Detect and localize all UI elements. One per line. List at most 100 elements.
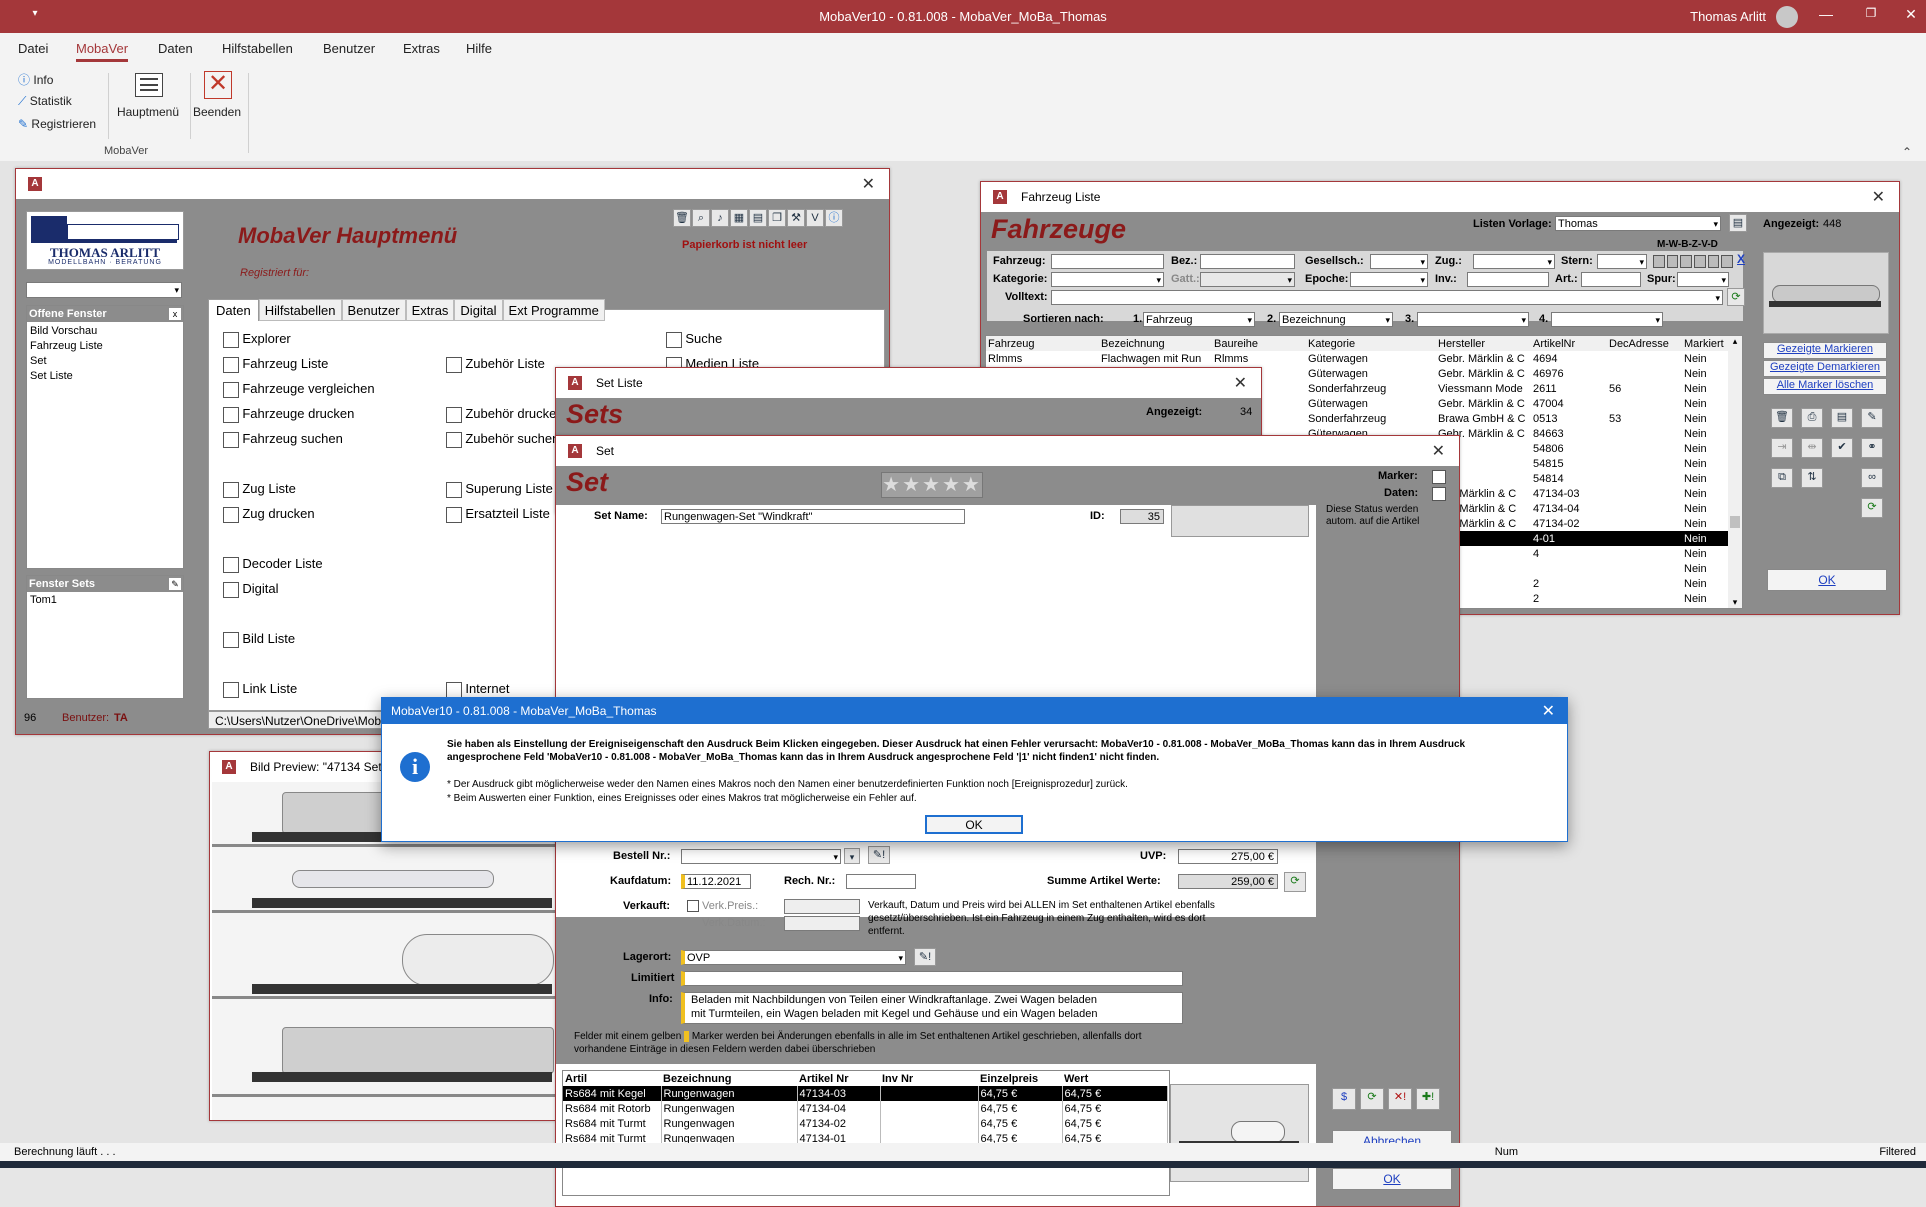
remove-article-icon[interactable]: ✕!: [1388, 1088, 1412, 1110]
tab-extras[interactable]: Extras: [405, 299, 455, 321]
spur-filter-select[interactable]: ▾: [1677, 272, 1729, 287]
checkbox[interactable]: [666, 331, 682, 348]
main-menu-close-icon[interactable]: ✕: [862, 174, 875, 194]
toggle-v[interactable]: [1707, 255, 1720, 268]
column-header[interactable]: Kategorie: [1306, 336, 1436, 351]
print-icon[interactable]: ⎙: [1801, 408, 1823, 428]
menu-daten[interactable]: Daten: [158, 41, 193, 56]
v-icon[interactable]: V: [806, 209, 824, 227]
column-header[interactable]: Artil: [563, 1071, 661, 1086]
column-header[interactable]: Fahrzeug: [986, 336, 1099, 351]
restore-icon[interactable]: ❐: [1856, 6, 1886, 20]
marker-checkbox[interactable]: [1432, 470, 1446, 484]
add-article-icon[interactable]: ✚!: [1416, 1088, 1440, 1110]
menu-extras[interactable]: Extras: [403, 41, 440, 56]
list-item[interactable]: Bild Vorschau: [30, 324, 180, 339]
gatt-filter-select[interactable]: ▾: [1200, 272, 1295, 287]
kaufdatum-input[interactable]: 11.12.2021: [681, 874, 751, 889]
list-item[interactable]: Set Liste: [30, 369, 180, 384]
column-header[interactable]: Hersteller: [1436, 336, 1531, 351]
clear-markers-button[interactable]: Alle Marker löschen: [1763, 378, 1887, 395]
dialog-ok-button[interactable]: OK: [925, 815, 1023, 834]
sort-3-select[interactable]: ▾: [1417, 312, 1529, 327]
uvp-input[interactable]: 275,00 €: [1178, 849, 1278, 864]
calendar-icon[interactable]: ▦: [730, 209, 748, 227]
listen-vorlage-select[interactable]: Thomas ▾: [1555, 216, 1721, 231]
lagerort-select[interactable]: OVP ▾: [681, 950, 906, 965]
ok-button[interactable]: OK: [1767, 569, 1887, 591]
checkbox[interactable]: [223, 556, 239, 573]
column-header[interactable]: Wert: [1062, 1071, 1167, 1086]
mark-shown-button[interactable]: Gezeigte Markieren: [1763, 342, 1887, 359]
checkbox[interactable]: [223, 481, 239, 498]
tab-daten[interactable]: Daten: [208, 299, 259, 321]
checkbox[interactable]: [223, 331, 239, 348]
bell-icon[interactable]: ♪: [711, 209, 729, 227]
edit-icon[interactable]: ✎: [1861, 408, 1883, 428]
toggle-d[interactable]: [1721, 255, 1734, 268]
ribbon-statistik-button[interactable]: ⟋ Statistik: [18, 94, 72, 109]
move-icon[interactable]: ⇥: [1771, 438, 1793, 458]
column-header[interactable]: ArtikelNr: [1531, 336, 1607, 351]
fahrzeug-filter-input[interactable]: [1051, 254, 1164, 269]
tab-ext-programme[interactable]: Ext Programme: [502, 299, 605, 321]
epoche-filter-select[interactable]: ▾: [1350, 272, 1428, 287]
close-icon[interactable]: ✕: [1896, 6, 1926, 23]
checkbox[interactable]: [223, 581, 239, 598]
avatar[interactable]: [1776, 6, 1798, 28]
column-header[interactable]: Artikel Nr: [797, 1071, 880, 1086]
set-name-input[interactable]: Rungenwagen-Set "Windkraft": [661, 509, 965, 524]
ribbon-registrieren-button[interactable]: ✎ Registrieren: [18, 117, 96, 131]
checkbox[interactable]: [446, 406, 462, 423]
sort-icon[interactable]: ⇅: [1801, 468, 1823, 488]
dialog-close-icon[interactable]: ✕: [1542, 701, 1555, 721]
clear-filter-button[interactable]: X: [1737, 252, 1745, 266]
sort-1-select[interactable]: Fahrzeug ▾: [1143, 312, 1255, 327]
vehicle-thumbnail[interactable]: [1763, 252, 1889, 334]
check-icon[interactable]: ✔: [1831, 438, 1853, 458]
checkbox[interactable]: [446, 506, 462, 523]
price-icon[interactable]: $: [1332, 1088, 1356, 1110]
table-row[interactable]: Rlmms Flachwagen mit Run Rlmms Güterwagen Ge…: [986, 351, 1737, 366]
bez-filter-input[interactable]: [1200, 254, 1295, 269]
export-icon[interactable]: ▤: [1831, 408, 1853, 428]
unmark-shown-button[interactable]: Gezeigte Demarkieren: [1763, 360, 1887, 377]
menu-item-zubehoer-suchen[interactable]: Zubehör suchen: [446, 431, 559, 448]
user-name[interactable]: Thomas Arlitt: [1690, 9, 1766, 24]
zug-filter-select[interactable]: ▾: [1473, 254, 1555, 269]
checkbox[interactable]: [223, 506, 239, 523]
edit-key-icon[interactable]: ✎!: [914, 948, 936, 966]
menu-item-superung-liste[interactable]: Superung Liste: [446, 481, 553, 498]
checkbox[interactable]: [446, 481, 462, 498]
menu-item-bild-liste[interactable]: Bild Liste: [223, 631, 295, 648]
fahrzeug-liste-close-icon[interactable]: ✕: [1872, 187, 1885, 207]
menu-item-zug-liste[interactable]: Zug Liste: [223, 481, 296, 498]
binoculars-icon[interactable]: ⚭: [1861, 438, 1883, 458]
menu-item-suche[interactable]: Suche: [666, 331, 722, 348]
verk-preis-input[interactable]: [784, 899, 860, 914]
art-filter-input[interactable]: [1581, 272, 1641, 287]
checkbox[interactable]: [223, 631, 239, 648]
ok-button[interactable]: OK: [1332, 1168, 1452, 1190]
inv-filter-input[interactable]: [1467, 272, 1549, 287]
checkbox[interactable]: [446, 431, 462, 448]
column-header[interactable]: Inv Nr: [880, 1071, 978, 1086]
trash-icon[interactable]: 🗑: [673, 209, 691, 227]
checkbox[interactable]: [223, 381, 239, 398]
refresh-icon[interactable]: ⟳: [1360, 1088, 1384, 1110]
menu-item-explorer[interactable]: Explorer: [223, 331, 291, 348]
ribbon-hauptmenu-button[interactable]: Hauptmenü: [112, 105, 184, 119]
set-liste-close-icon[interactable]: ✕: [1234, 373, 1247, 393]
table-row[interactable]: Rs684 mit Kegel Rungenwagen 47134-03 64,75 …: [563, 1086, 1168, 1101]
rech-input[interactable]: [846, 874, 916, 889]
tab-benutzer[interactable]: Benutzer: [341, 299, 406, 321]
verkauft-checkbox[interactable]: [687, 900, 699, 912]
column-header[interactable]: Einzelpreis: [978, 1071, 1062, 1086]
rating-stars[interactable]: ★★★★★: [881, 472, 983, 498]
menu-item-ersatzteil-liste[interactable]: Ersatzteil Liste: [446, 506, 550, 523]
menu-item-fahrzeuge-vergleichen[interactable]: Fahrzeuge vergleichen: [223, 381, 375, 398]
recalc-icon[interactable]: ⟳: [1284, 872, 1306, 892]
minimize-icon[interactable]: —: [1811, 6, 1841, 22]
refresh-icon[interactable]: ⟳: [1861, 498, 1883, 518]
ribbon-beenden-button[interactable]: Beenden: [192, 105, 242, 119]
